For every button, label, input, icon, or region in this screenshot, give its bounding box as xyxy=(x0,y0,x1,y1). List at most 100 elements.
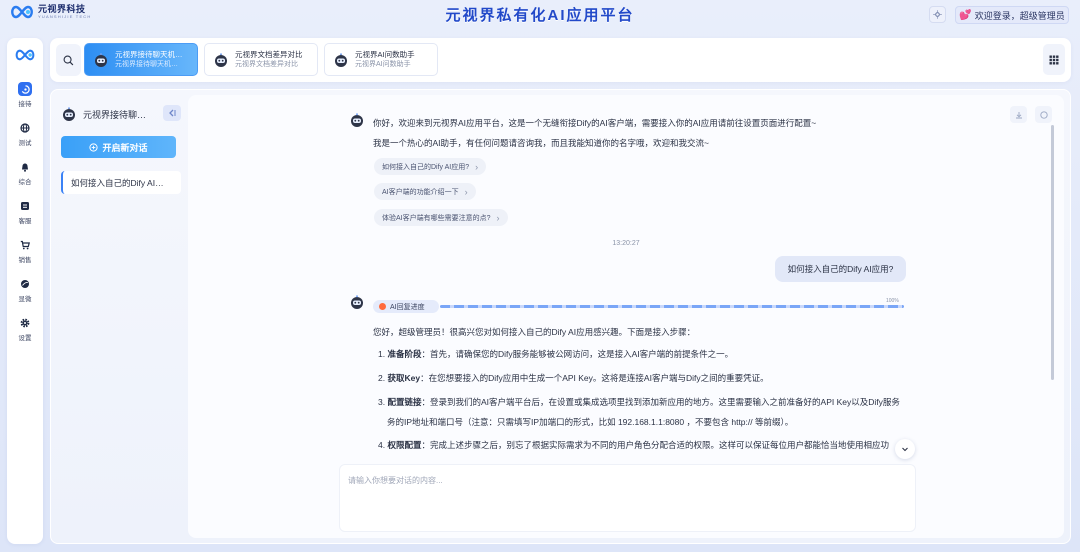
list-icon xyxy=(18,199,32,213)
chevron-right-icon: › xyxy=(475,161,479,172)
step-text: ：完成上述步骤之后，别忘了根据实际需求为不同的用户角色分配合适的权限。这样可以保… xyxy=(421,440,889,450)
rail-label: 客服 xyxy=(18,218,32,225)
chat-bubble-icon xyxy=(89,142,99,152)
tab-doc-diff[interactable]: 元视界文档差异对比 元视界文档差异对比 xyxy=(204,43,318,76)
tab-subtitle: 元视界文档差异对比 xyxy=(235,61,298,69)
step-title: 准备阶段 xyxy=(387,349,422,359)
reply-step: 2. 获取Key：在您想要接入的Dify应用中生成一个API Key。这将是连接… xyxy=(378,372,769,384)
rail-item-reception[interactable]: 接待 xyxy=(7,82,43,108)
tab-title: 元视界文档差异对比 xyxy=(235,49,303,59)
step-number: 2. xyxy=(378,373,386,383)
suggestion-chip[interactable]: AI客户端的功能介绍一下 › xyxy=(374,183,476,200)
chevron-down-icon xyxy=(902,447,908,452)
app-title: 元视界私有化AI应用平台 xyxy=(445,7,635,24)
chat-area: 你好，欢迎来到元视界AI应用平台，这是一个无缝衔接Dify的AI客户端，需要接入… xyxy=(188,95,1064,538)
planet-icon xyxy=(18,277,32,291)
tab-title: 元视界接待聊天机… xyxy=(115,49,183,59)
step-text: ：首先，请确保您的Dify服务能够被公网访问，这是接入AI客户端的前提条件之一。 xyxy=(421,349,734,359)
step-number: 4. xyxy=(378,440,386,450)
user-menu[interactable]: 💕 欢迎登录，超级管理员 xyxy=(955,6,1069,24)
scroll-to-bottom-button[interactable] xyxy=(895,439,915,459)
inline-code: http:// xyxy=(731,417,753,427)
infinity-logo-icon xyxy=(15,49,35,61)
globe-icon xyxy=(18,121,32,135)
cart-icon xyxy=(18,238,32,252)
reply-progress-fill xyxy=(440,305,904,308)
tab-reception-bot[interactable]: 元视界接待聊天机… 元视界接待聊天机… xyxy=(84,43,198,76)
app-header: 元视界科技 YUANSHIJIE TECH 元视界私有化AI应用平台 💕 欢迎登… xyxy=(0,0,1080,30)
inline-code: 192.168.1.1:8080 xyxy=(617,417,685,427)
user-message: 如何接入自己的Dify AI应用? xyxy=(775,256,906,282)
robot-avatar-icon xyxy=(63,107,75,121)
reply-step-continuation: 务的IP地址和端口号（注意：只需填写IP加端口的形式，比如 192.168.1.… xyxy=(387,416,793,428)
step-text: ：在您想要接入的Dify应用中生成一个API Key。这将是连接AI客户端与Di… xyxy=(420,373,769,383)
nav-rail: 接待 测试 综合 客服 销售 显微 设置 xyxy=(7,38,43,544)
history-button[interactable] xyxy=(1035,106,1052,123)
step-title: 权限配置 xyxy=(387,440,422,450)
bell-icon xyxy=(18,160,32,174)
collapse-left-icon xyxy=(169,109,176,117)
chat-scrollbar[interactable] xyxy=(1051,125,1054,380)
robot-avatar-icon xyxy=(215,52,227,67)
download-button[interactable] xyxy=(1010,106,1027,123)
rail-label: 测试 xyxy=(18,140,32,147)
reception-icon xyxy=(18,82,32,96)
bot-avatar-icon xyxy=(351,113,363,127)
heart-icon: 💕 xyxy=(959,9,972,21)
step-title: 获取Key xyxy=(387,373,421,383)
download-icon xyxy=(1015,111,1022,118)
rail-label: 显微 xyxy=(18,296,32,303)
message-input[interactable] xyxy=(348,473,908,487)
tab-ai-data-assistant[interactable]: 元视界AI问数助手 元视界AI问数助手 xyxy=(324,43,438,76)
step-number: 3. xyxy=(378,397,386,407)
rail-item-test[interactable]: 测试 xyxy=(7,121,43,147)
collapse-sidebar-button[interactable] xyxy=(163,105,181,121)
gear-icon xyxy=(18,316,32,330)
sun-icon xyxy=(933,10,942,19)
welcome-line-2: 我是一个热心的AI助手，有任何问题请咨询我，而且我能知道你的名字哦，欢迎和我交流… xyxy=(373,138,709,148)
tab-title: 元视界AI问数助手 xyxy=(355,49,415,59)
search-button[interactable] xyxy=(56,44,81,76)
rail-label: 销售 xyxy=(18,257,32,264)
search-icon xyxy=(63,55,74,65)
reply-step: 3. 配置链接：登录到我们的AI客户端平台后，在设置或集成选项里找到添加新应用的… xyxy=(378,396,900,408)
reply-step: 4. 权限配置：完成上述步骤之后，别忘了根据实际需求为不同的用户角色分配合适的权… xyxy=(378,439,890,451)
theme-settings-button[interactable] xyxy=(929,6,946,23)
conversation-item[interactable]: 如何接入自己的Dify AI… xyxy=(61,171,181,194)
rail-label: 接待 xyxy=(18,101,32,108)
new-chat-button[interactable]: 开启新对话 xyxy=(61,136,176,158)
tab-subtitle: 元视界AI问数助手 xyxy=(355,61,411,69)
rail-item-settings[interactable]: 设置 xyxy=(7,316,43,342)
progress-status-icon xyxy=(379,303,386,310)
agent-name: 元视界接待聊… xyxy=(83,109,147,120)
step-title: 配置链接 xyxy=(387,397,422,407)
reply-progress-bar xyxy=(440,305,904,308)
step-number: 1. xyxy=(378,349,386,359)
rail-item-service[interactable]: 客服 xyxy=(7,199,43,225)
welcome-line-1: 你好，欢迎来到元视界AI应用平台，这是一个无缝衔接Dify的AI客户端，需要接入… xyxy=(373,118,817,128)
suggestion-chip[interactable]: 体验AI客户端有哪些需要注意的点? › xyxy=(374,209,508,226)
suggestion-label: 体验AI客户端有哪些需要注意的点? xyxy=(382,214,491,222)
suggestion-chip[interactable]: 如何接入自己的Dify AI应用? › xyxy=(374,158,487,175)
rail-item-micro[interactable]: 显微 xyxy=(7,277,43,303)
rail-label: 综合 xyxy=(18,179,32,186)
step-text: 等前缀）。 xyxy=(752,417,794,427)
main-panel: 元视界接待聊… 开启新对话 如何接入自己的Dify AI… 你好，欢迎来到元视界… xyxy=(50,89,1071,544)
app-grid-button[interactable] xyxy=(1043,44,1065,75)
reply-step: 1. 准备阶段：首先，请确保您的Dify服务能够被公网访问，这是接入AI客户端的… xyxy=(378,348,733,360)
rail-item-sales[interactable]: 销售 xyxy=(7,238,43,264)
message-timestamp: 13:20:27 xyxy=(612,240,640,247)
tab-subtitle: 元视界接待聊天机… xyxy=(115,61,178,69)
suggestion-label: AI客户端的功能介绍一下 xyxy=(382,188,459,196)
grid-icon xyxy=(1049,55,1059,64)
suggestion-label: 如何接入自己的Dify AI应用? xyxy=(382,163,470,171)
user-greeting: 欢迎登录，超级管理员 xyxy=(974,10,1065,21)
rail-logo xyxy=(13,48,37,66)
progress-percent: 100% xyxy=(886,298,899,304)
rail-item-general[interactable]: 综合 xyxy=(7,160,43,186)
reply-intro: 您好，超级管理员！很高兴您对如何接入自己的Dify AI应用感兴趣。下面是接入步… xyxy=(373,327,696,337)
message-composer xyxy=(339,464,916,532)
agent-tab-bar: 元视界接待聊天机… 元视界接待聊天机… 元视界文档差异对比 元视界文档差异对比 … xyxy=(50,38,1071,82)
step-text: ：登录到我们的AI客户端平台后，在设置或集成选项里找到添加新应用的地方。这里需要… xyxy=(421,397,900,407)
rail-label: 设置 xyxy=(18,335,32,342)
